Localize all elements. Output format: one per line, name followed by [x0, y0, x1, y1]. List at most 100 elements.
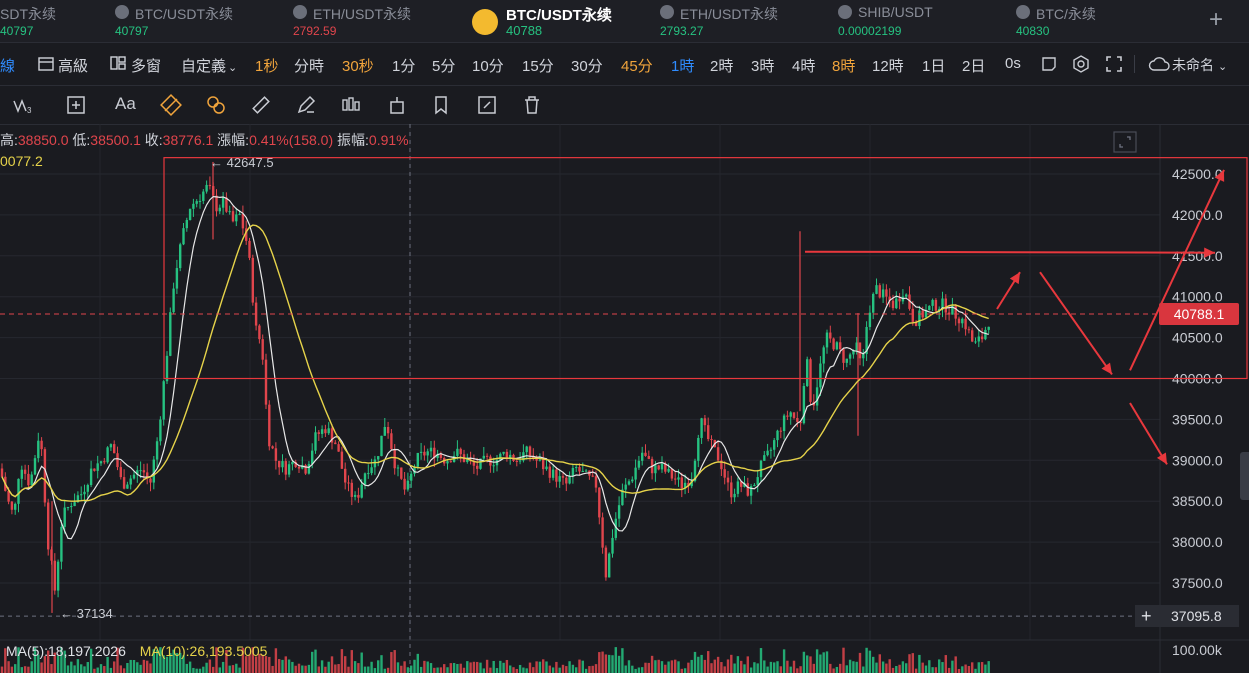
interval-12[interactable]: 4時 [792, 55, 815, 76]
interval-11[interactable]: 3時 [751, 55, 774, 76]
candle-body [535, 459, 538, 461]
volume-bar [868, 650, 872, 673]
interval-3[interactable]: 1分 [392, 55, 415, 76]
volume-bar [980, 662, 984, 673]
candle-body [218, 207, 221, 212]
volume-bar [575, 667, 578, 673]
volume-bar [756, 663, 759, 673]
interval-8[interactable]: 45分 [621, 55, 653, 76]
candle-body [957, 318, 961, 324]
candle-body [604, 547, 608, 578]
edit-tool-icon[interactable] [476, 94, 498, 116]
volume-bar [872, 656, 875, 673]
interval-0[interactable]: 1秒 [255, 55, 278, 76]
copy-tool-icon[interactable] [431, 94, 453, 116]
trash-icon[interactable] [521, 94, 543, 116]
pencil-tool-icon[interactable] [295, 94, 317, 116]
plus-icon[interactable]: + [1141, 605, 1152, 627]
interval-9[interactable]: 1時 [671, 55, 694, 76]
side-panel-handle[interactable] [1240, 452, 1249, 500]
candles-tool-icon[interactable] [340, 94, 362, 116]
volume-bar [416, 653, 419, 673]
measure-tool-icon[interactable] [66, 94, 88, 116]
fullscreen-icon[interactable] [1105, 55, 1123, 73]
volume-bar [485, 659, 489, 673]
multi-window-button[interactable]: 多窗 [131, 55, 161, 76]
layout-name-dropdown[interactable]: 未命名 ⌄ [1172, 55, 1227, 75]
volume-bar [918, 654, 921, 673]
expand-icon[interactable] [1113, 131, 1137, 153]
text-tool[interactable]: Aa [115, 94, 145, 116]
add-tab-icon[interactable]: + [1209, 6, 1223, 34]
custom-interval-dropdown[interactable]: 自定義 ⌄ [181, 55, 237, 76]
volume-bar [50, 664, 53, 673]
pattern-tool-icon[interactable] [160, 94, 182, 116]
line-chart-toggle[interactable]: 線 [0, 55, 15, 76]
candle-body [188, 208, 192, 221]
volume-bar [208, 659, 212, 673]
candle-body [898, 298, 901, 302]
volume-bar [687, 662, 690, 673]
interval-17[interactable]: 0s [1005, 55, 1021, 72]
interval-5[interactable]: 10分 [472, 55, 504, 76]
interval-15[interactable]: 1日 [922, 55, 945, 76]
volume-bar [670, 660, 674, 673]
interval-16[interactable]: 2日 [962, 55, 985, 76]
wave-tool-icon[interactable]: 3 [12, 94, 34, 116]
y-tick-label: 42000.0 [1172, 207, 1223, 223]
interval-14[interactable]: 12時 [872, 55, 904, 76]
candle-body [980, 336, 984, 340]
chevron-down-icon: ⌄ [1218, 61, 1228, 73]
volume-bar [433, 667, 436, 673]
volume-bar [650, 655, 654, 673]
volume-bar [357, 663, 360, 673]
gear-icon[interactable] [1072, 55, 1090, 73]
interval-2[interactable]: 30秒 [342, 55, 374, 76]
candle-body [185, 220, 188, 229]
advanced-button[interactable]: 高級 [58, 55, 88, 76]
close-label: 收: [144, 132, 163, 148]
interval-6[interactable]: 15分 [522, 55, 554, 76]
interval-4[interactable]: 5分 [432, 55, 455, 76]
magnet-tool-icon[interactable] [205, 94, 227, 116]
low-label: 低: [72, 132, 91, 148]
candle-body [7, 490, 10, 502]
candle-body [525, 446, 528, 453]
candle-body [235, 214, 238, 222]
interval-10[interactable]: 2時 [710, 55, 733, 76]
candle-body [126, 484, 129, 489]
volume-bar [238, 667, 241, 673]
volume-bar [614, 647, 617, 673]
candle-body [10, 501, 14, 510]
candle-body [261, 339, 264, 360]
volume-bar [330, 656, 334, 673]
candle-body [182, 228, 185, 245]
candle-body [327, 428, 330, 434]
candle-body [380, 435, 383, 457]
volume-bar [10, 666, 14, 673]
crop-icon[interactable] [1040, 55, 1058, 73]
lock-tool-icon[interactable] [386, 94, 408, 116]
candle-body [403, 478, 406, 490]
volume-bar [188, 661, 192, 673]
interval-13[interactable]: 8時 [832, 55, 855, 76]
ruler-tool-icon[interactable] [250, 94, 272, 116]
candle-body [70, 506, 73, 508]
candle-body [320, 429, 324, 434]
candle-body [334, 442, 337, 445]
volume-bar [667, 661, 670, 673]
candle-body [231, 211, 235, 222]
volume-bar [505, 659, 509, 673]
candlestick-chart[interactable]: 42500.042000.041500.041000.040500.040000… [0, 124, 1249, 673]
interval-1[interactable]: 分時 [294, 55, 324, 76]
volume-bar [561, 664, 565, 673]
volume-bar [548, 665, 551, 673]
candle-body [86, 485, 89, 492]
candle-body [726, 477, 730, 483]
candle-body [515, 460, 518, 462]
volume-bar [558, 667, 561, 673]
volume-bar [881, 661, 885, 673]
high-value: 38850.0 [17, 132, 69, 148]
candle-body [984, 329, 987, 340]
interval-7[interactable]: 30分 [571, 55, 603, 76]
